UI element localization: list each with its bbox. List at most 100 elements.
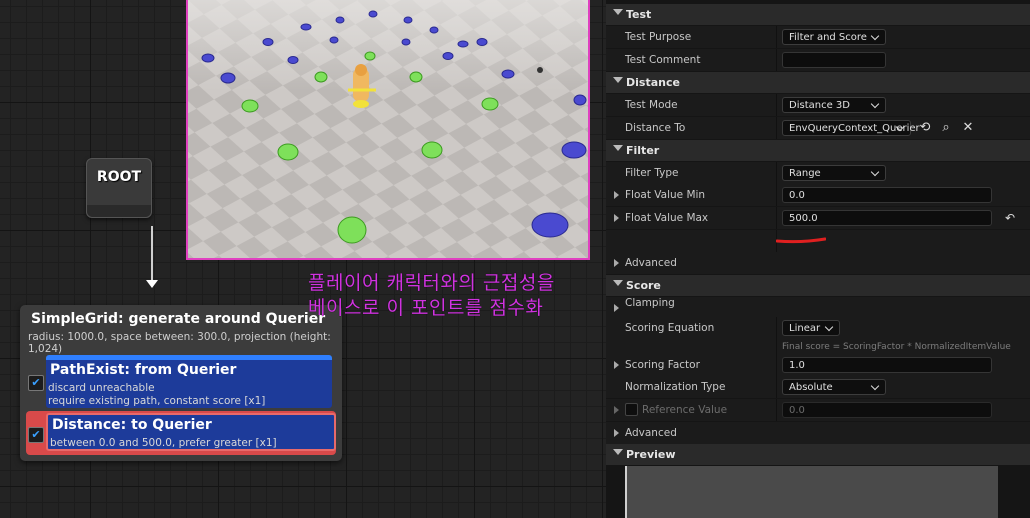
- prop-test-comment: Test Comment: [606, 49, 1030, 71]
- root-node[interactable]: ROOT: [86, 158, 152, 218]
- collapse-arrow-icon: [613, 449, 623, 455]
- section-filter[interactable]: Filter: [606, 140, 1030, 161]
- chevron-down-icon: [870, 167, 880, 177]
- collapse-arrow-icon: [613, 145, 623, 151]
- float-max-input[interactable]: 500.0: [782, 210, 992, 226]
- prop-distance-to: Distance To EnvQueryContext_Querier ⟲ ⌕ …: [606, 117, 1030, 139]
- column-divider: [776, 376, 777, 398]
- prop-label: Test Comment: [625, 54, 701, 66]
- level-viewport[interactable]: [186, 0, 590, 260]
- section-test[interactable]: Test: [606, 4, 1030, 25]
- behavior-graph-canvas[interactable]: ROOT SimpleGrid: generate around Querier…: [0, 0, 606, 518]
- column-divider: [776, 26, 777, 48]
- prop-label: Float Value Max: [625, 212, 709, 224]
- test-row-distance[interactable]: ✔ Distance: to Querier between 0.0 and 5…: [26, 413, 338, 455]
- test-enabled-checkbox[interactable]: ✔: [28, 427, 44, 443]
- prop-label: Reference Value: [642, 404, 728, 416]
- scoring-equation-hint: Final score = ScoringFactor * Normalized…: [782, 342, 1011, 352]
- prop-label: Filter Type: [625, 167, 679, 179]
- chevron-down-icon: [824, 322, 834, 332]
- test-comment-input[interactable]: [782, 52, 886, 68]
- checkered-floor-image: [188, 0, 588, 258]
- test-purpose-dropdown[interactable]: Filter and Score: [782, 29, 886, 45]
- annotation-caption-line1: 플레이어 캐릭터와의 근접성을: [308, 272, 555, 294]
- score-preview-graph: [625, 466, 998, 518]
- test-title: PathExist: from Querier: [50, 362, 237, 378]
- annotation-caption-line2: 베이스로 이 포인트를 점수화: [308, 297, 544, 319]
- filter-advanced-row[interactable]: Advanced: [606, 252, 1030, 274]
- dropdown-value: Absolute: [789, 382, 833, 393]
- expand-arrow-icon[interactable]: [614, 304, 619, 312]
- expand-arrow-icon[interactable]: [614, 361, 619, 369]
- normalization-type-dropdown[interactable]: Absolute: [782, 379, 886, 395]
- prop-test-purpose: Test Purpose Filter and Score: [606, 26, 1030, 48]
- reset-to-default-icon[interactable]: ↶: [1002, 210, 1018, 226]
- prop-label: Advanced: [625, 257, 677, 269]
- prop-label: Float Value Min: [625, 189, 706, 201]
- section-label: Test: [626, 8, 652, 21]
- test-description: discard unreachable: [48, 382, 155, 394]
- test-description: require existing path, constant score [x…: [48, 395, 266, 407]
- collapse-arrow-icon: [613, 9, 623, 15]
- prop-filter-type: Filter Type Range: [606, 162, 1030, 184]
- collapse-arrow-icon: [613, 280, 623, 286]
- test-row-pathexist[interactable]: ✔ PathExist: from Querier discard unreac…: [26, 355, 338, 409]
- score-advanced-row[interactable]: Advanced: [606, 422, 1030, 444]
- prop-label: Test Purpose: [625, 31, 692, 43]
- test-card-pathexist[interactable]: PathExist: from Querier discard unreacha…: [46, 355, 332, 408]
- root-node-label: ROOT: [96, 169, 142, 185]
- prop-clamping: Clamping: [606, 297, 1030, 317]
- chevron-down-icon: [870, 31, 880, 41]
- prop-label: Scoring Factor: [625, 359, 700, 371]
- prop-label: Distance To: [625, 122, 686, 134]
- float-min-input[interactable]: 0.0: [782, 187, 992, 203]
- red-underline-annotation: [776, 237, 826, 244]
- use-selected-icon[interactable]: ⟲: [917, 120, 933, 136]
- reference-value-input[interactable]: 0.0: [782, 402, 992, 418]
- column-divider: [776, 49, 777, 71]
- section-label: Filter: [626, 144, 660, 157]
- column-divider: [776, 207, 777, 229]
- expand-arrow-icon[interactable]: [614, 429, 619, 437]
- section-preview[interactable]: Preview: [606, 444, 1030, 465]
- collapse-arrow-icon: [613, 77, 623, 83]
- scoring-factor-input[interactable]: 1.0: [782, 357, 992, 373]
- column-divider: [776, 184, 777, 206]
- filter-type-dropdown[interactable]: Range: [782, 165, 886, 181]
- reference-value-checkbox[interactable]: [625, 403, 638, 416]
- browse-icon[interactable]: ⌕: [938, 120, 954, 136]
- expand-arrow-icon[interactable]: [614, 406, 619, 414]
- expand-arrow-icon[interactable]: [614, 214, 619, 222]
- dropdown-value: Range: [789, 168, 821, 179]
- column-divider: [776, 399, 777, 421]
- prop-label: Normalization Type: [625, 381, 726, 393]
- prop-test-mode: Test Mode Distance 3D: [606, 94, 1030, 116]
- test-mode-dropdown[interactable]: Distance 3D: [782, 97, 886, 113]
- clear-icon[interactable]: ✕: [960, 120, 976, 136]
- generator-title: SimpleGrid: generate around Querier: [31, 311, 326, 327]
- section-label: Distance: [626, 76, 680, 89]
- expand-arrow-icon[interactable]: [614, 191, 619, 199]
- dropdown-value: Filter and Score: [789, 32, 867, 43]
- prop-label: Test Mode: [625, 99, 678, 111]
- distance-to-dropdown[interactable]: EnvQueryContext_Querier: [782, 120, 920, 136]
- generator-node[interactable]: SimpleGrid: generate around Querier radi…: [20, 305, 342, 461]
- root-output-pin[interactable]: [87, 205, 151, 217]
- section-label: Preview: [626, 448, 676, 461]
- connection-arrow-icon: [146, 280, 158, 288]
- scoring-equation-dropdown[interactable]: Linear: [782, 320, 840, 336]
- dropdown-value: Linear: [789, 323, 821, 334]
- prop-label: Advanced: [625, 427, 677, 439]
- prop-label: Clamping: [625, 297, 675, 309]
- section-score[interactable]: Score: [606, 275, 1030, 296]
- test-enabled-checkbox[interactable]: ✔: [28, 375, 44, 391]
- section-distance[interactable]: Distance: [606, 72, 1030, 93]
- test-card-distance[interactable]: Distance: to Querier between 0.0 and 500…: [46, 413, 336, 451]
- prop-float-min: Float Value Min 0.0: [606, 184, 1030, 206]
- chevron-down-icon: [870, 99, 880, 109]
- prop-normalization-type: Normalization Type Absolute: [606, 376, 1030, 398]
- expand-arrow-icon[interactable]: [614, 259, 619, 267]
- prop-reference-value: Reference Value 0.0: [606, 399, 1030, 421]
- column-divider: [776, 354, 777, 376]
- column-divider: [776, 117, 777, 139]
